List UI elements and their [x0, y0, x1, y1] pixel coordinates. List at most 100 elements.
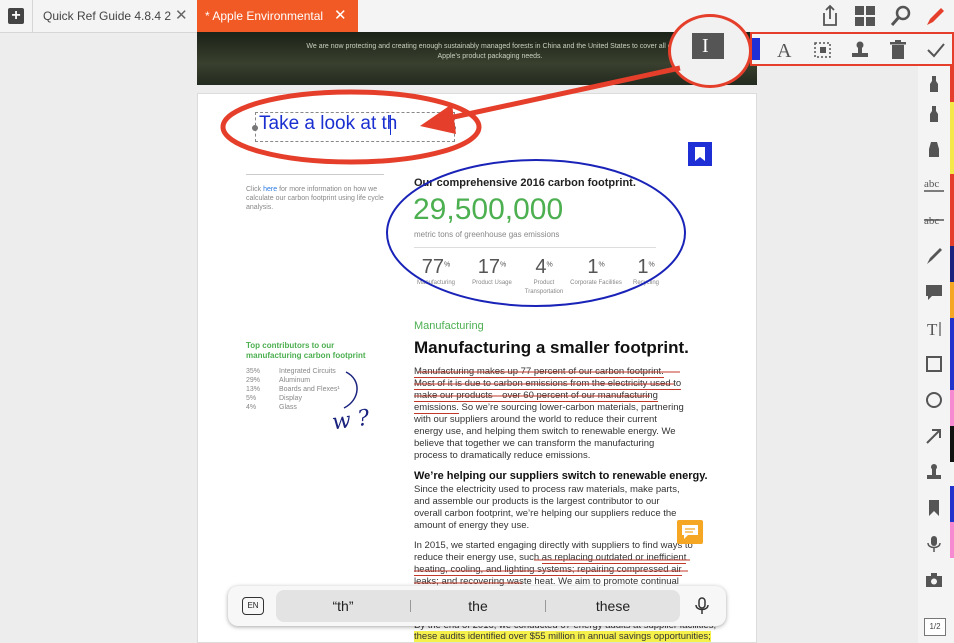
language-button[interactable]: EN: [242, 597, 264, 615]
contributor-pct: 13%: [246, 386, 261, 393]
tab-quick-ref-guide[interactable]: Quick Ref Guide 4.8.4 2 ✕: [32, 0, 198, 32]
contributor-pct: 5%: [246, 395, 257, 402]
camera-icon: [926, 573, 942, 587]
tool-highlighter-yellow[interactable]: [918, 96, 950, 132]
keyboard-suggestion-bar: EN “th” the these: [228, 586, 726, 626]
section-subtitle: We’re helping our suppliers switch to re…: [414, 470, 708, 482]
contributors-title: Top contributors to our manufacturing ca…: [246, 341, 366, 360]
color-indicator: [950, 354, 954, 390]
color-swatch[interactable]: [752, 38, 760, 60]
highlighted-text[interactable]: these audits identified over $55 million…: [414, 631, 711, 642]
suggestion-item[interactable]: these: [546, 590, 680, 622]
here-link[interactable]: here: [263, 186, 277, 193]
bookmark-icon: [929, 500, 939, 516]
comment-annotation[interactable]: [677, 520, 703, 544]
check-icon[interactable]: [925, 39, 947, 61]
text-caret: [390, 115, 391, 135]
color-indicator: [950, 522, 954, 558]
color-indicator: [950, 486, 954, 522]
tool-circle[interactable]: [918, 382, 950, 418]
resize-handle-left[interactable]: [252, 125, 258, 131]
microphone-icon[interactable]: [692, 596, 712, 616]
comment-icon: [682, 525, 698, 539]
tool-pen[interactable]: [918, 238, 950, 274]
font-icon[interactable]: A: [774, 39, 796, 61]
tool-text[interactable]: T: [918, 310, 950, 346]
tool-arrow[interactable]: [918, 418, 950, 454]
contributor-label: Boards and Flexes¹: [279, 386, 340, 393]
stamp-icon[interactable]: [849, 39, 871, 61]
close-icon[interactable]: ✕: [175, 6, 188, 24]
list-item: 35% Integrated Circuits: [246, 367, 386, 376]
paragraph-1: Manufacturing makes up 77 percent of our…: [414, 366, 686, 462]
tool-stamp[interactable]: [918, 454, 950, 490]
rectangle-icon: [926, 356, 942, 372]
contributor-pct: 4%: [246, 404, 257, 411]
plus-icon: +: [8, 8, 24, 24]
suggestion-item[interactable]: the: [411, 590, 545, 622]
color-indicator: [950, 138, 954, 174]
color-indicator: [950, 102, 954, 138]
tool-strikethrough[interactable]: abc: [918, 202, 950, 238]
contributor-label: Display: [279, 395, 302, 402]
strikethrough-abc-icon: abc: [924, 215, 944, 227]
breakdown-pct: 4: [535, 256, 547, 278]
color-indicator: [950, 390, 954, 426]
tool-marker[interactable]: [918, 131, 950, 167]
breakdown-item: 77% Manufacturing: [410, 256, 462, 288]
transform-icon[interactable]: [812, 39, 834, 61]
marker-icon: [929, 142, 939, 157]
note-text: Click: [246, 186, 264, 193]
divider: [414, 247, 656, 248]
breakdown-pct: 77: [421, 256, 444, 278]
tool-rectangle[interactable]: [918, 346, 950, 382]
tab-apple-environmental[interactable]: * Apple Environmental ✕: [197, 0, 358, 32]
color-indicator: [950, 210, 954, 246]
svg-text:A: A: [777, 40, 792, 61]
highlighter-icon: [930, 76, 938, 92]
text-cursor-icon[interactable]: I: [692, 33, 724, 59]
breakdown-label: Manufacturing: [416, 280, 456, 286]
contributor-pct: 35%: [246, 368, 261, 375]
breakdown-label: Product Usage: [472, 280, 512, 286]
footprint-heading: Our comprehensive 2016 carbon footprint.: [414, 177, 636, 189]
tab-label: Quick Ref Guide 4.8.4 2: [43, 9, 172, 23]
breakdown-item: 1% Corporate Facilities: [570, 256, 622, 286]
tool-underline[interactable]: abc: [918, 166, 950, 202]
breakdown-pct: 17: [477, 256, 500, 278]
close-icon[interactable]: ✕: [334, 6, 347, 24]
suggestion-item[interactable]: “th”: [276, 590, 410, 622]
pen-icon[interactable]: [923, 4, 949, 28]
share-icon[interactable]: [817, 4, 843, 28]
svg-text:abc: abc: [924, 215, 939, 227]
breakdown-label: Recycling: [632, 280, 659, 286]
new-tab-button[interactable]: +: [0, 0, 32, 32]
trash-icon[interactable]: [887, 39, 909, 61]
pen-icon: [927, 248, 942, 264]
microphone-icon: [927, 536, 941, 552]
tool-microphone[interactable]: [918, 526, 950, 562]
bookmark-icon: [695, 147, 705, 161]
text-box-icon: T: [927, 320, 941, 338]
page-indicator[interactable]: 1/2: [924, 618, 946, 636]
bookmark-annotation[interactable]: [688, 142, 712, 166]
grid-icon[interactable]: [852, 4, 878, 28]
tool-comment[interactable]: [918, 274, 950, 310]
sidebar-note: Click here for more information on how w…: [246, 185, 384, 212]
circle-icon: [926, 392, 942, 408]
breakdown-item: 1% Recycling: [620, 256, 672, 288]
handwritten-note[interactable]: w ?: [330, 406, 371, 436]
breakdown-label: Product Transportation: [524, 280, 564, 295]
tool-camera[interactable]: [918, 562, 950, 598]
resize-handle-right[interactable]: [450, 125, 456, 131]
annotation-toolbar: A: [750, 32, 954, 66]
contributor-label: Integrated Circuits: [279, 368, 336, 375]
color-indicator: [950, 246, 954, 282]
contributor-pct: 29%: [246, 377, 261, 384]
section-kicker: Manufacturing: [414, 320, 484, 332]
suggestions: “th” the these: [276, 590, 680, 622]
tool-bookmark[interactable]: [918, 490, 950, 526]
search-icon[interactable]: [888, 4, 914, 28]
svg-text:abc: abc: [924, 178, 939, 190]
typed-text[interactable]: Take a look at th: [259, 113, 397, 135]
